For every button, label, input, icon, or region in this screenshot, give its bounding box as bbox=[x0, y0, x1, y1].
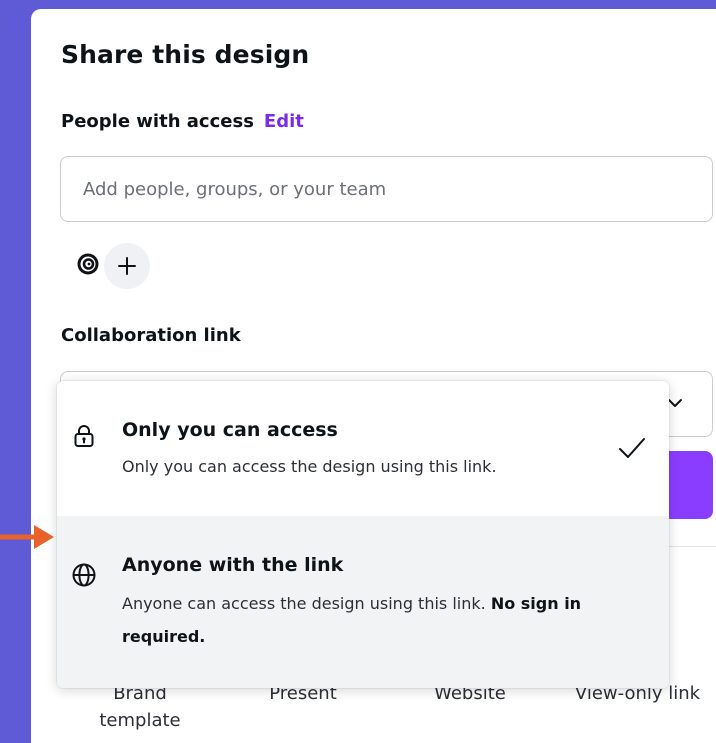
add-person-button[interactable] bbox=[104, 243, 150, 289]
collaboration-link-label: Collaboration link bbox=[61, 325, 241, 346]
access-option-description-text: Anyone can access the design using this … bbox=[122, 594, 491, 613]
access-option-title: Only you can access bbox=[122, 419, 338, 441]
lock-icon bbox=[74, 425, 94, 447]
access-option-anyone-with-link[interactable]: Anyone with the link Anyone can access t… bbox=[57, 516, 669, 688]
owner-avatar[interactable] bbox=[72, 248, 104, 280]
access-dropdown-menu: Only you can access Only you can access … bbox=[57, 381, 669, 688]
pointer-arrow-icon bbox=[0, 525, 54, 549]
dialog-title: Share this design bbox=[61, 40, 310, 69]
brand-template-label-line2: template bbox=[99, 710, 181, 731]
access-option-title: Anyone with the link bbox=[122, 554, 344, 576]
edit-access-link[interactable]: Edit bbox=[264, 111, 304, 132]
people-with-access-label: People with access bbox=[61, 111, 254, 132]
spiral-logo-icon bbox=[77, 253, 99, 275]
add-people-input[interactable] bbox=[60, 156, 713, 222]
globe-icon bbox=[72, 563, 96, 587]
people-with-access-row: People with access Edit bbox=[61, 111, 304, 132]
plus-icon bbox=[118, 257, 136, 275]
share-option-brand-template[interactable]: Brand template bbox=[80, 680, 200, 734]
access-option-description: Only you can access the design using thi… bbox=[122, 457, 497, 476]
access-option-only-you[interactable]: Only you can access Only you can access … bbox=[57, 381, 669, 516]
checkmark-icon bbox=[619, 438, 645, 458]
access-option-description: Anyone can access the design using this … bbox=[122, 587, 652, 653]
